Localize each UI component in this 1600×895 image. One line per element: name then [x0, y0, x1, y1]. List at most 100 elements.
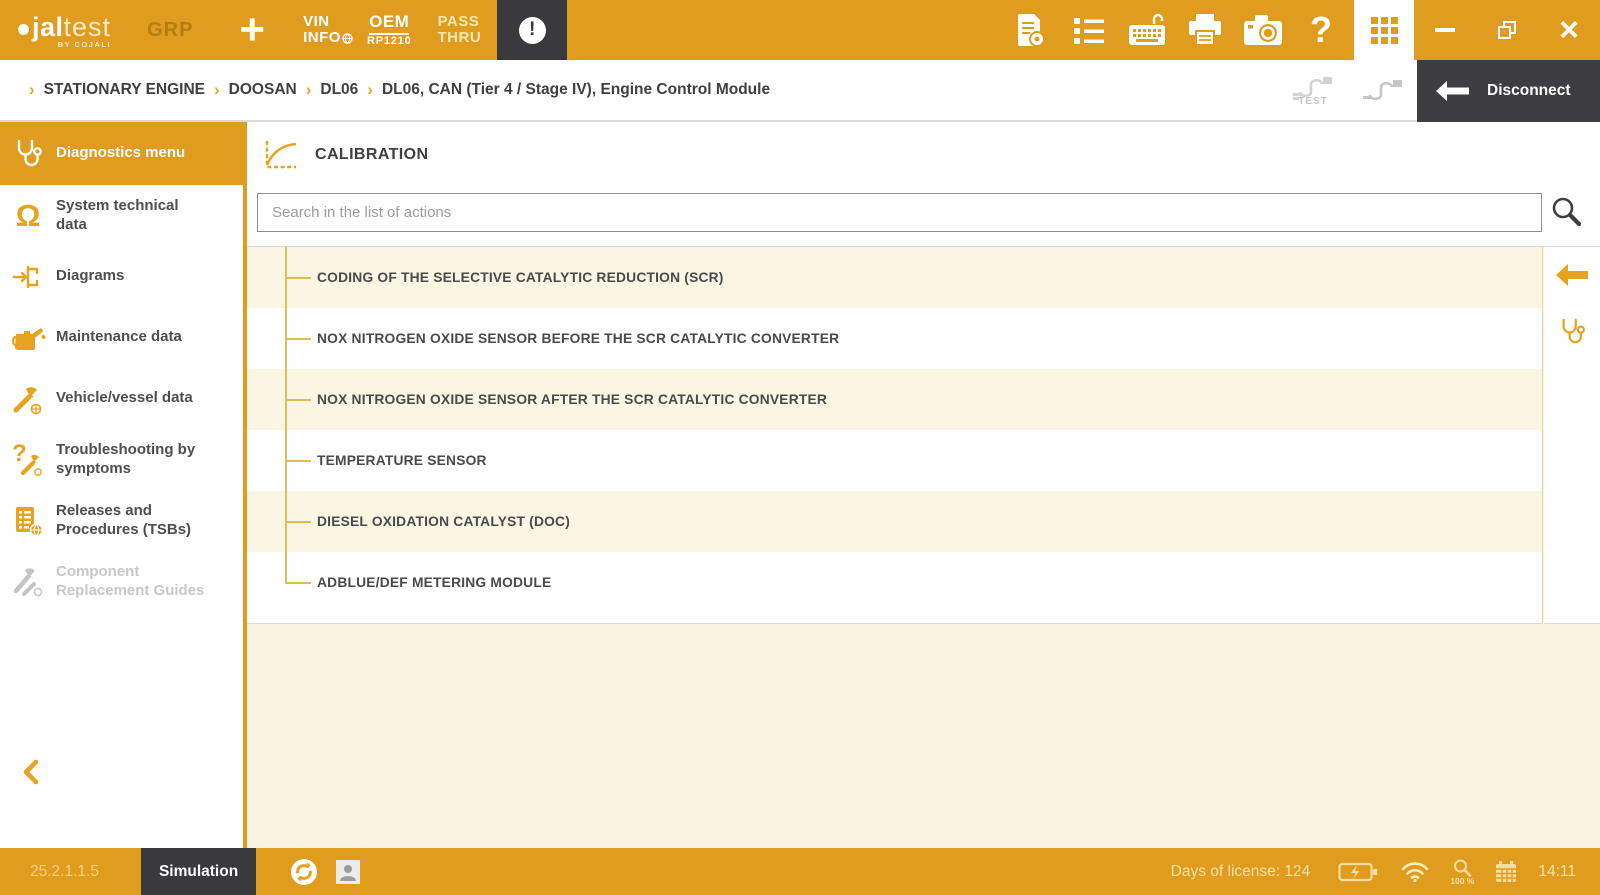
page-title: CALIBRATION [315, 146, 428, 164]
checklist-button[interactable] [1060, 0, 1118, 60]
document-globe-icon [0, 505, 56, 537]
test-connector-button[interactable]: TEST [1292, 74, 1334, 107]
grp-button[interactable]: GRP [147, 19, 193, 42]
simulation-mode-badge[interactable]: Simulation [141, 848, 256, 895]
sidebar-item-maintenance-data[interactable]: Maintenance data [0, 307, 243, 368]
screenshot-button[interactable] [1234, 0, 1292, 60]
print-button[interactable] [1176, 0, 1234, 60]
action-label: NOX NITROGEN OXIDE SENSOR AFTER THE SCR … [317, 392, 827, 407]
sync-button[interactable] [290, 858, 318, 886]
breadcrumb-chevron-icon: › [306, 80, 312, 100]
breadcrumb-dl06[interactable]: DL06 [320, 81, 358, 99]
report-button[interactable] [1002, 0, 1060, 60]
pass-line1: PASS [438, 14, 482, 31]
action-row[interactable]: CODING OF THE SELECTIVE CATALYTIC REDUCT… [247, 247, 1542, 308]
sidebar-item-system-technical-data[interactable]: Ω System technical data [0, 185, 243, 246]
passthru-button[interactable]: PASS THRU [438, 14, 482, 47]
breadcrumb-bar: › STATIONARY ENGINE › DOOSAN › DL06 › DL… [0, 60, 1600, 122]
version-label: 25.2.1.1.5 [30, 863, 99, 881]
action-row[interactable]: NOX NITROGEN OXIDE SENSOR AFTER THE SCR … [247, 369, 1542, 430]
breadcrumb-stationary-engine[interactable]: STATIONARY ENGINE [44, 81, 205, 99]
action-label: NOX NITROGEN OXIDE SENSOR BEFORE THE SCR… [317, 331, 839, 346]
breadcrumb-chevron-icon: › [367, 80, 373, 100]
action-row[interactable]: ADBLUE/DEF METERING MODULE [247, 552, 1542, 613]
diagnostics-shortcut-button[interactable] [1544, 317, 1600, 347]
action-row[interactable]: TEMPERATURE SENSOR [247, 430, 1542, 491]
connector-button[interactable] [1362, 77, 1404, 103]
camera-icon [1242, 13, 1284, 47]
calendar-button[interactable] [1494, 860, 1518, 884]
zoom-icon [1452, 858, 1472, 878]
apps-menu-button[interactable] [1354, 0, 1414, 60]
breadcrumb-chevron-icon: › [214, 80, 220, 100]
sidebar-item-component-replacement-guides[interactable]: Component Replacement Guides [0, 551, 243, 612]
oem-rp1210-button[interactable]: OEM RP1210 [367, 13, 412, 47]
oem-line1: OEM [369, 13, 409, 35]
actions-list: CODING OF THE SELECTIVE CATALYTIC REDUCT… [247, 247, 1543, 624]
sidebar-item-vehicle-vessel-data[interactable]: Vehicle/vessel data [0, 368, 243, 429]
action-label: TEMPERATURE SENSOR [317, 453, 487, 468]
apps-grid-icon [1371, 17, 1398, 44]
list-footer [247, 613, 1542, 623]
globe-icon [342, 32, 353, 49]
calibration-icon [261, 138, 299, 172]
keyboard-button[interactable] [1118, 0, 1176, 60]
back-arrow-icon [1555, 263, 1589, 287]
test-label: TEST [1298, 96, 1328, 107]
printer-icon [1186, 12, 1224, 48]
sidebar-item-releases-procedures[interactable]: Releases and Procedures (TSBs) [0, 490, 243, 551]
arrow-left-icon [1435, 80, 1471, 102]
vin-line2: INFO [303, 29, 341, 46]
add-vehicle-button[interactable]: + [239, 10, 265, 50]
search-button[interactable] [1546, 192, 1586, 232]
main-header: CALIBRATION [247, 122, 1600, 247]
help-button[interactable]: ? [1292, 0, 1350, 60]
vin-line1: VIN [303, 14, 341, 31]
sidebar-item-label: Component Replacement Guides [56, 563, 206, 600]
sidebar-item-diagrams[interactable]: Diagrams [0, 246, 243, 307]
action-row[interactable]: NOX NITROGEN OXIDE SENSOR BEFORE THE SCR… [247, 308, 1542, 369]
restore-button[interactable] [1476, 0, 1538, 60]
oil-can-icon [0, 325, 56, 351]
restore-icon [1498, 21, 1516, 39]
question-wrench-icon: ? [0, 444, 56, 476]
close-button[interactable]: × [1538, 0, 1600, 60]
minimize-icon [1435, 28, 1455, 32]
user-button[interactable] [336, 860, 360, 884]
zoom-control[interactable]: 100 % [1450, 858, 1474, 886]
breadcrumb-doosan[interactable]: DOOSAN [229, 81, 297, 99]
sidebar-collapse-button[interactable] [22, 759, 40, 790]
action-label: DIESEL OXIDATION CATALYST (DOC) [317, 514, 570, 529]
calendar-icon [1494, 860, 1518, 884]
sidebar-item-label: Diagrams [56, 267, 206, 285]
logo-line: jal test [18, 12, 111, 43]
action-row[interactable]: DIESEL OXIDATION CATALYST (DOC) [247, 491, 1542, 552]
keyboard-icon [1126, 12, 1168, 48]
disconnect-button[interactable]: Disconnect [1417, 60, 1600, 122]
battery-icon [1338, 861, 1378, 883]
license-days-label: Days of license: 124 [1171, 863, 1311, 881]
report-icon [1014, 12, 1048, 48]
back-button[interactable] [1544, 263, 1600, 287]
logo-dot-icon [18, 24, 29, 35]
jaltest-logo[interactable]: jal test BY COJALI [18, 12, 111, 49]
stethoscope-icon [0, 138, 56, 170]
wrenches-icon [0, 567, 56, 597]
vin-info-button[interactable]: VIN INFO [303, 14, 341, 47]
warning-button[interactable]: ! [497, 0, 567, 60]
search-input[interactable] [257, 193, 1542, 232]
sidebar-item-label: Vehicle/vessel data [56, 389, 206, 407]
minimize-button[interactable] [1414, 0, 1476, 60]
sidebar-item-troubleshooting-by-symptoms[interactable]: ? Troubleshooting by symptoms [0, 429, 243, 490]
sidebar-item-label: Diagnostics menu [56, 144, 206, 162]
sidebar-item-label: Releases and Procedures (TSBs) [56, 502, 206, 539]
breadcrumb-system[interactable]: DL06, CAN (Tier 4 / Stage IV), Engine Co… [382, 81, 770, 99]
zoom-level-label: 100 % [1450, 876, 1474, 886]
sidebar-item-diagnostics-menu[interactable]: Diagnostics menu [0, 122, 243, 185]
logo-jal: jal [32, 12, 64, 43]
sidebar-item-label: System technical data [56, 197, 206, 234]
wifi-icon [1400, 860, 1430, 884]
chevron-left-icon [22, 759, 40, 785]
checklist-icon [1072, 15, 1106, 45]
sync-icon [290, 858, 318, 886]
